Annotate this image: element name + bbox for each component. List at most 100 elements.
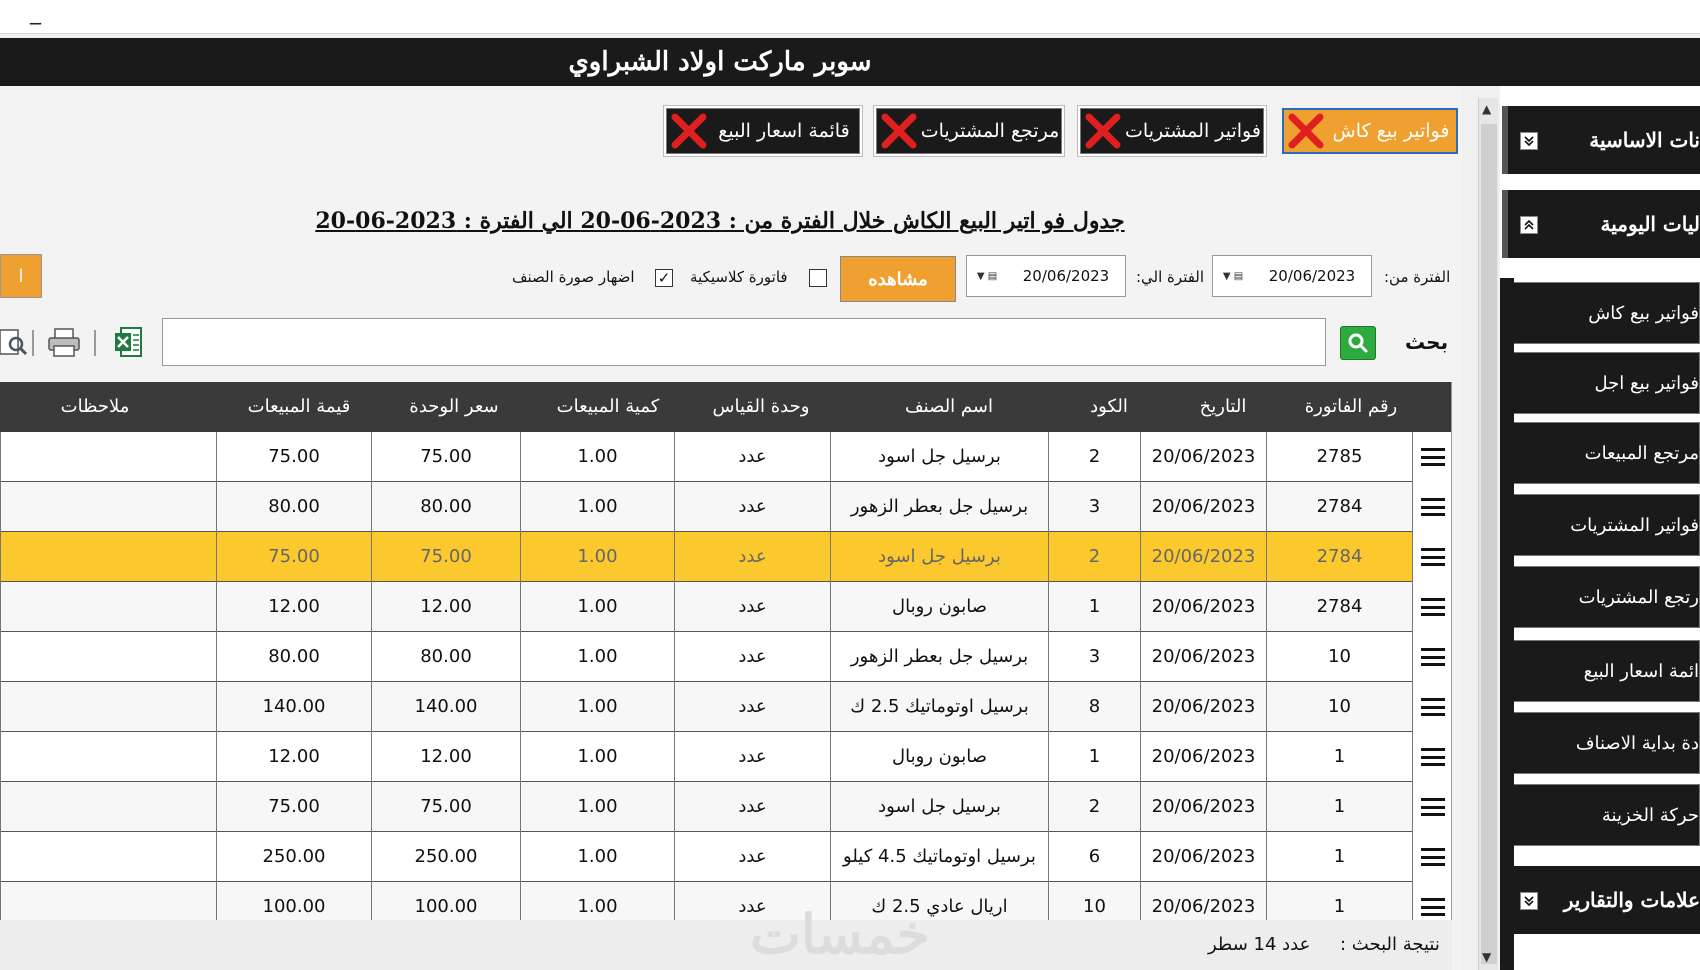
header-invoice-no[interactable]: رقم الفاتورة [1290, 382, 1412, 432]
cell-unit-price[interactable]: 80.00 [371, 482, 520, 532]
cell-code[interactable]: 10 [1048, 882, 1140, 920]
header-qty[interactable]: كمية المبيعات [530, 382, 686, 432]
cell-notes[interactable] [0, 482, 216, 532]
close-x-icon[interactable] [1286, 111, 1326, 151]
header-notes[interactable]: ملاحظات [0, 382, 190, 432]
table-row[interactable]: 2784 20/06/2023 3 برسيل جل بعطر الزهور عدد 1.… [0, 482, 1451, 532]
cell-code[interactable]: 3 [1048, 632, 1140, 682]
cell-unit-price[interactable]: 80.00 [371, 632, 520, 682]
show-image-checkbox[interactable]: ✓ [655, 269, 673, 287]
header-code[interactable]: الكود [1062, 382, 1156, 432]
scroll-down-icon[interactable]: ▼ [1482, 950, 1491, 964]
sidebar-item-sales-returns[interactable]: مرتجع المبيعات [1512, 422, 1700, 484]
cell-date[interactable]: 20/06/2023 [1140, 432, 1266, 482]
cell-unit-price[interactable]: 75.00 [371, 782, 520, 832]
cell-unit-price[interactable]: 75.00 [371, 432, 520, 482]
cell-unit[interactable]: عدد [674, 432, 830, 482]
cell-qty[interactable]: 1.00 [520, 732, 674, 782]
header-item-name[interactable]: اسم الصنف [836, 382, 1062, 432]
table-row[interactable]: 2784 20/06/2023 2 برسيل جل اسود عدد 1.00 75.00… [0, 532, 1451, 582]
table-row[interactable]: 10 20/06/2023 3 برسيل جل بعطر الزهور عدد 1.00… [0, 632, 1451, 682]
scrollbar-thumb[interactable] [1481, 124, 1497, 964]
cell-sales-value[interactable]: 140.00 [216, 682, 371, 732]
view-button[interactable]: مشاهده [840, 256, 956, 302]
menu-icon[interactable] [1412, 882, 1451, 920]
cell-sales-value[interactable]: 80.00 [216, 482, 371, 532]
cell-notes[interactable] [0, 632, 216, 682]
cell-date[interactable]: 20/06/2023 [1140, 582, 1266, 632]
sidebar-item-purchase-returns[interactable]: رتجع المشتريات [1512, 566, 1700, 628]
header-unit-price[interactable]: سعر الوحدة [378, 382, 530, 432]
close-x-icon[interactable] [879, 111, 919, 151]
cell-invoice-no[interactable]: 1 [1266, 782, 1412, 832]
tab-cash-invoices[interactable]: فواتير بيع كاش [1282, 108, 1458, 154]
cell-date[interactable]: 20/06/2023 [1140, 532, 1266, 582]
cell-code[interactable]: 3 [1048, 482, 1140, 532]
cell-code[interactable]: 2 [1048, 532, 1140, 582]
cell-unit-price[interactable]: 100.00 [371, 882, 520, 920]
header-unit[interactable]: وحدة القياس [686, 382, 836, 432]
sidebar-item-opening-stock[interactable]: دة بداية الاصناف [1512, 712, 1700, 774]
cell-sales-value[interactable]: 250.00 [216, 832, 371, 882]
cell-code[interactable]: 2 [1048, 782, 1140, 832]
menu-icon[interactable] [1412, 832, 1451, 882]
classic-invoice-checkbox[interactable] [809, 269, 827, 287]
close-x-icon[interactable] [669, 111, 709, 151]
to-date-picker[interactable]: ▼ ▤ 20/06/2023 [966, 255, 1126, 297]
sidebar-item-credit-invoices[interactable]: فواتير بيع اجل [1512, 352, 1700, 414]
cell-sales-value[interactable]: 100.00 [216, 882, 371, 920]
cell-invoice-no[interactable]: 2784 [1266, 482, 1412, 532]
cell-qty[interactable]: 1.00 [520, 682, 674, 732]
cell-qty[interactable]: 1.00 [520, 882, 674, 920]
cell-invoice-no[interactable]: 1 [1266, 732, 1412, 782]
cell-item-name[interactable]: برسيل جل بعطر الزهور [830, 482, 1048, 532]
cell-date[interactable]: 20/06/2023 [1140, 482, 1266, 532]
cell-notes[interactable] [0, 682, 216, 732]
sidebar-item-treasury[interactable]: حركة الخزينة [1512, 784, 1700, 846]
print-icon[interactable] [46, 324, 82, 360]
cell-date[interactable]: 20/06/2023 [1140, 832, 1266, 882]
chevron-expand-icon[interactable] [1520, 892, 1538, 910]
cell-item-name[interactable]: برسيل جل اسود [830, 432, 1048, 482]
menu-icon[interactable] [1412, 632, 1451, 682]
excel-icon[interactable] [110, 324, 146, 360]
cell-notes[interactable] [0, 532, 216, 582]
preview-icon[interactable] [0, 324, 28, 360]
cell-qty[interactable]: 1.00 [520, 782, 674, 832]
sidebar-section-daily-ops[interactable]: ليات اليومية [1502, 190, 1700, 258]
header-sales-value[interactable]: قيمة المبيعات [220, 382, 378, 432]
menu-icon[interactable] [1412, 582, 1451, 632]
cell-notes[interactable] [0, 782, 216, 832]
side-action-button[interactable]: ا [0, 254, 42, 298]
cell-unit-price[interactable]: 12.00 [371, 582, 520, 632]
cell-unit[interactable]: عدد [674, 732, 830, 782]
sidebar-item-cash-invoices[interactable]: فواتير بيع كاش [1512, 282, 1700, 344]
cell-code[interactable]: 2 [1048, 432, 1140, 482]
table-row[interactable]: 1 20/06/2023 2 برسيل جل اسود عدد 1.00 75.00 75.… [0, 782, 1451, 832]
sidebar-item-price-list[interactable]: ائمة اسعار البيع [1512, 640, 1700, 702]
menu-icon[interactable] [1412, 732, 1451, 782]
cell-sales-value[interactable]: 80.00 [216, 632, 371, 682]
cell-date[interactable]: 20/06/2023 [1140, 732, 1266, 782]
cell-item-name[interactable]: صابون روبال [830, 582, 1048, 632]
cell-item-name[interactable]: برسيل جل اسود [830, 782, 1048, 832]
cell-item-name[interactable]: برسيل اوتوماتيك 4.5 كيلو [830, 832, 1048, 882]
cell-date[interactable]: 20/06/2023 [1140, 782, 1266, 832]
search-icon[interactable] [1340, 326, 1376, 360]
from-date-picker[interactable]: ▼ ▤ 20/06/2023 [1212, 255, 1372, 297]
cell-code[interactable]: 6 [1048, 832, 1140, 882]
sidebar-item-purchase-invoices[interactable]: فواتير المشتريات [1512, 494, 1700, 556]
cell-qty[interactable]: 1.00 [520, 582, 674, 632]
sidebar-section-basic-data[interactable]: نات الاساسية [1502, 106, 1700, 174]
cell-qty[interactable]: 1.00 [520, 632, 674, 682]
cell-code[interactable]: 1 [1048, 732, 1140, 782]
menu-icon[interactable] [1412, 782, 1451, 832]
cell-unit-price[interactable]: 140.00 [371, 682, 520, 732]
menu-icon[interactable] [1412, 682, 1451, 732]
table-row[interactable]: 2784 20/06/2023 1 صابون روبال عدد 1.00 12.00 12… [0, 582, 1451, 632]
table-row[interactable]: 2785 20/06/2023 2 برسيل جل اسود عدد 1.00 75.00… [0, 432, 1451, 482]
menu-icon[interactable] [1412, 482, 1451, 532]
cell-qty[interactable]: 1.00 [520, 482, 674, 532]
chevron-expand-icon[interactable] [1520, 132, 1538, 150]
menu-icon[interactable] [1412, 532, 1451, 582]
